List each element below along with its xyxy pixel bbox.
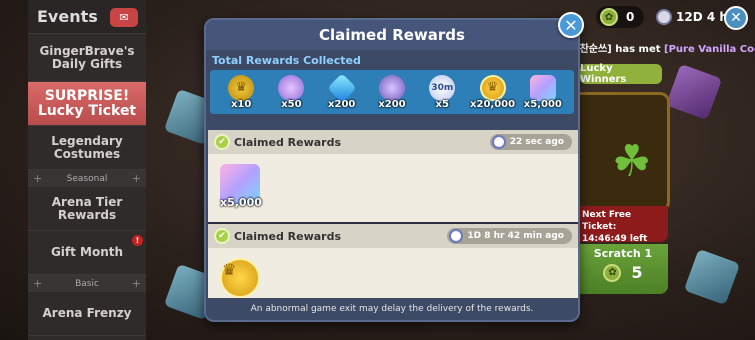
mailbox-icon[interactable]: ✉ <box>110 8 138 27</box>
clover-coin-icon: ✿ <box>603 263 622 282</box>
claim-body: ♛ <box>208 248 578 300</box>
reward-item[interactable]: ♛ x10 <box>219 74 263 110</box>
claimed-item[interactable]: ♛ <box>220 258 264 300</box>
claim-title: Claimed Rewards <box>234 135 342 149</box>
clock-icon <box>491 135 506 149</box>
potion-icon <box>278 74 305 101</box>
claim-header: ✔ Claimed Rewards 1D 8 hr 42 min ago <box>208 224 578 248</box>
check-icon: ✔ <box>214 228 230 244</box>
rainbow-cube-icon <box>529 74 556 101</box>
modal-title: Claimed Rewards <box>206 20 578 50</box>
sidebar-item-arena-tier[interactable]: Arena Tier Rewards <box>28 187 146 231</box>
sidebar-item-label: Gift Month <box>50 245 124 259</box>
close-modal-button[interactable]: ✕ <box>558 12 584 38</box>
wizard-potion-icon <box>378 74 405 101</box>
clover-coin-icon: ✿ <box>600 8 618 26</box>
sidebar-item-legendary-costumes[interactable]: Legendary Costumes <box>28 126 146 170</box>
total-rewards-label: Total Rewards Collected <box>206 50 578 70</box>
sidebar-item-daily-gifts[interactable]: GingerBrave's Daily Gifts <box>28 34 146 82</box>
sidebar-item-label: GingerBrave's Daily Gifts <box>39 43 135 71</box>
claim-header: ✔ Claimed Rewards 22 sec ago <box>208 130 578 154</box>
check-icon: ✔ <box>214 134 230 150</box>
sidebar-item-label: Arena Frenzy <box>42 306 132 320</box>
scratch-button[interactable]: Scratch 1 ✿ 5 <box>578 244 668 294</box>
sidebar-divider-basic: + Basic + <box>28 275 146 292</box>
crown-icon: ♛ <box>228 74 255 101</box>
gem-decoration <box>665 63 723 121</box>
lucky-winners-button[interactable]: Lucky Winners <box>580 63 662 85</box>
close-events-button[interactable]: ✕ <box>724 6 748 30</box>
coin-icon: ♛ <box>479 74 506 101</box>
claim-time-badge: 22 sec ago <box>489 134 572 150</box>
total-rewards-strip: ♛ x10 x50 x200 x200 30m x5 ♛ x20,000 x5,… <box>210 70 574 114</box>
sidebar-title: Events <box>37 7 98 26</box>
claim-time-badge: 1D 8 hr 42 min ago <box>447 228 572 244</box>
sidebar-item-gift-month[interactable]: Gift Month ! <box>28 231 146 275</box>
four-leaf-clover-icon: ☘ <box>612 136 652 187</box>
claims-list[interactable]: ✔ Claimed Rewards 22 sec ago x5,000 ✔ Cl… <box>208 130 578 300</box>
event-timer: 12D 4 hr <box>656 6 734 28</box>
player-notice: [찬순쓰] has met [Pure Vanilla Cookie]! <box>575 44 755 55</box>
sidebar-item-label: Legendary Costumes <box>51 133 123 161</box>
clock-boost-icon: 30m <box>429 74 456 101</box>
reward-item[interactable]: x5,000 <box>521 74 565 110</box>
claimed-item[interactable]: x5,000 <box>220 164 264 209</box>
claim-body: x5,000 <box>208 154 578 222</box>
sidebar-item-lucky-ticket[interactable]: SURPRISE! Lucky Ticket <box>28 82 146 126</box>
reward-item[interactable]: x200 <box>320 72 364 110</box>
reward-item[interactable]: 30m x5 <box>420 74 464 110</box>
notification-badge: ! <box>132 235 143 246</box>
currency-value: 0 <box>626 10 635 24</box>
sidebar-item-label: Arena Tier Rewards <box>51 194 123 222</box>
sidebar-item-label: SURPRISE! Lucky Ticket <box>37 87 137 119</box>
sidebar-divider-seasonal: + Seasonal + <box>28 170 146 187</box>
events-sidebar: Events ✉ GingerBrave's Daily Gifts SURPR… <box>28 0 146 340</box>
claimed-rewards-modal: Claimed Rewards Total Rewards Collected … <box>204 18 580 322</box>
reward-item[interactable]: ♛ x20,000 <box>470 74 515 110</box>
reward-item[interactable]: x200 <box>370 74 414 110</box>
currency-display: ✿ 0 <box>596 6 645 28</box>
crown-coin-icon: ♛ <box>220 258 260 298</box>
sidebar-item-arena-frenzy[interactable]: Arena Frenzy <box>28 292 146 336</box>
next-free-ticket: Next Free Ticket: 14:46:49 left <box>578 206 668 244</box>
clock-icon <box>656 9 672 25</box>
sidebar-header: Events ✉ <box>28 0 146 34</box>
gem-decoration <box>683 248 741 306</box>
clock-icon <box>449 229 464 243</box>
claim-title: Claimed Rewards <box>234 229 342 243</box>
footer-note: An abnormal game exit may delay the deli… <box>206 298 578 320</box>
reward-item[interactable]: x50 <box>269 74 313 110</box>
